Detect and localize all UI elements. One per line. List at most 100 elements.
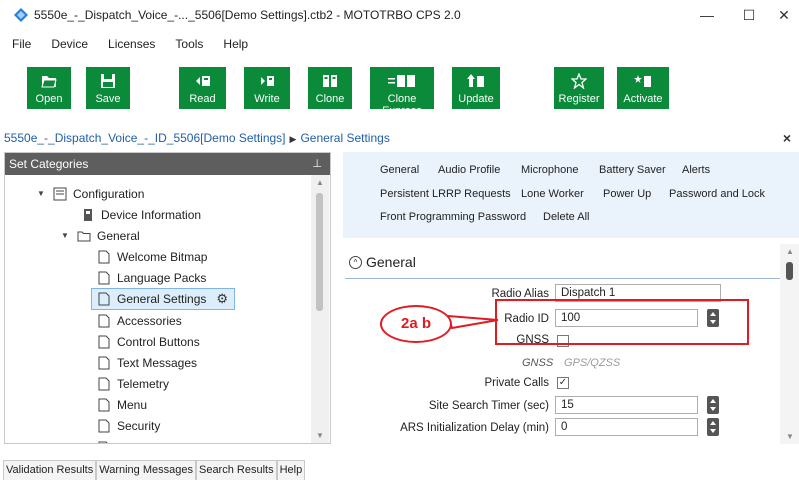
- page-icon: [98, 377, 110, 390]
- tab-power-up[interactable]: Power Up: [603, 188, 651, 200]
- tree-item-general-settings[interactable]: General Settings ⚙: [91, 288, 236, 310]
- tree-item-label: General: [97, 228, 140, 243]
- pin-icon[interactable]: ⊥: [312, 153, 322, 175]
- clone-express-button-label: Clone Express: [382, 93, 422, 117]
- settings-scrollbar[interactable]: ▲ ▼: [780, 244, 799, 444]
- tree-item-label: Device Information: [101, 207, 202, 222]
- page-icon: [98, 441, 109, 443]
- scroll-down-arrow-icon[interactable]: ▼: [784, 432, 796, 441]
- scroll-thumb[interactable]: [316, 193, 323, 311]
- tree-item-menu[interactable]: Menu: [97, 394, 147, 415]
- activate-button-label: Activate: [623, 93, 663, 105]
- breadcrumb: 5550e_-_Dispatch_Voice_-_ID_5506[Demo Se…: [4, 131, 390, 145]
- private-calls-checkbox[interactable]: ✓: [557, 377, 569, 389]
- tree-item-partial: [97, 437, 117, 443]
- tree-item-label: Security: [117, 418, 161, 433]
- menu-device[interactable]: Device: [39, 34, 96, 54]
- close-window-button[interactable]: ✕: [771, 4, 797, 26]
- section-title: General: [366, 254, 416, 270]
- page-icon: [98, 250, 110, 263]
- write-button-label: Write: [254, 93, 280, 105]
- app-logo-icon: [14, 8, 28, 22]
- scroll-up-arrow-icon[interactable]: ▲: [314, 178, 326, 187]
- expand-arrow-icon[interactable]: ▼: [59, 231, 71, 240]
- site-search-timer-label: Site Search Timer (sec): [428, 400, 549, 412]
- expand-arrow-icon[interactable]: ▼: [35, 189, 47, 198]
- update-button[interactable]: Update: [452, 67, 500, 109]
- save-button[interactable]: Save: [86, 67, 130, 109]
- scroll-up-arrow-icon[interactable]: ▲: [784, 247, 796, 256]
- activate-button[interactable]: Activate: [617, 67, 669, 109]
- tab-warning-messages[interactable]: Warning Messages: [96, 461, 196, 480]
- tab-alerts[interactable]: Alerts: [682, 164, 710, 176]
- tab-validation-results[interactable]: Validation Results: [3, 461, 97, 480]
- clone-button[interactable]: Clone: [308, 67, 352, 109]
- panel-header: Set Categories ⊥: [5, 153, 330, 175]
- ars-delay-input[interactable]: 0: [555, 418, 698, 436]
- tree-item-language-packs[interactable]: Language Packs: [97, 267, 206, 288]
- menu-tools[interactable]: Tools: [163, 34, 211, 54]
- read-button[interactable]: Read: [179, 67, 226, 109]
- tree-item-label: Configuration: [73, 186, 145, 201]
- tab-persistent-lrrp[interactable]: Persistent LRRP Requests: [380, 188, 511, 200]
- set-categories-panel: Set Categories ⊥ ▼ Configuration Device …: [4, 152, 331, 444]
- site-search-timer-stepper[interactable]: [707, 396, 719, 414]
- section-header[interactable]: ^ General: [349, 254, 416, 270]
- maximize-button[interactable]: ☐: [736, 4, 762, 26]
- tab-search-results[interactable]: Search Results: [195, 461, 277, 480]
- configuration-icon: [53, 187, 67, 200]
- menu-help[interactable]: Help: [211, 34, 256, 54]
- scroll-thumb[interactable]: [786, 262, 793, 280]
- tree-item-label: Telemetry: [117, 376, 170, 391]
- clone-express-button[interactable]: Clone Express: [370, 67, 434, 117]
- activate-icon: [634, 75, 651, 87]
- tab-password-and-lock[interactable]: Password and Lock: [669, 188, 765, 200]
- breadcrumb-section[interactable]: General Settings: [300, 131, 389, 145]
- scroll-down-arrow-icon[interactable]: ▼: [314, 431, 326, 440]
- tab-battery-saver[interactable]: Battery Saver: [599, 164, 666, 176]
- site-search-timer-input[interactable]: 15: [555, 396, 698, 414]
- tree-item-telemetry[interactable]: Telemetry: [97, 373, 169, 394]
- tree-item-label: Control Buttons: [117, 334, 200, 349]
- register-button[interactable]: Register: [554, 67, 604, 109]
- tree-item-label: Text Messages: [117, 355, 198, 370]
- tab-general[interactable]: General: [380, 164, 419, 176]
- tree-item-text-messages[interactable]: Text Messages: [97, 352, 197, 373]
- tree-item-general[interactable]: ▼ General: [59, 225, 140, 246]
- tab-delete-all[interactable]: Delete All: [543, 211, 589, 223]
- tab-front-programming-password[interactable]: Front Programming Password: [380, 211, 526, 223]
- ars-delay-stepper[interactable]: [707, 418, 719, 436]
- tab-microphone[interactable]: Microphone: [521, 164, 578, 176]
- section-divider: [345, 278, 780, 279]
- open-button[interactable]: Open: [27, 67, 71, 109]
- tree-item-configuration[interactable]: ▼ Configuration: [35, 183, 144, 204]
- gear-icon[interactable]: ⚙: [216, 291, 228, 307]
- collapse-chevron-icon[interactable]: ^: [349, 255, 362, 269]
- tree-item-accessories[interactable]: Accessories: [97, 310, 182, 331]
- page-icon: [98, 335, 110, 348]
- menu-file[interactable]: File: [0, 34, 39, 54]
- gnss-type-label: GNSS: [522, 357, 554, 369]
- title-bar: 5550e_-_Dispatch_Voice_-..._5506[Demo Se…: [0, 0, 799, 30]
- tab-help[interactable]: Help: [276, 461, 306, 480]
- window-title: 5550e_-_Dispatch_Voice_-..._5506[Demo Se…: [34, 8, 461, 22]
- tab-audio-profile[interactable]: Audio Profile: [438, 164, 500, 176]
- tree-item-control-buttons[interactable]: Control Buttons: [97, 331, 200, 352]
- tab-lone-worker[interactable]: Lone Worker: [521, 188, 584, 200]
- gnss-type-value: GPS/QZSS: [564, 357, 621, 369]
- minimize-button[interactable]: —: [694, 4, 720, 26]
- menu-bar: File Device Licenses Tools Help: [0, 34, 256, 54]
- tab-strip: General Audio Profile Microphone Battery…: [343, 152, 799, 238]
- tree-item-welcome-bitmap[interactable]: Welcome Bitmap: [97, 246, 207, 267]
- write-button[interactable]: Write: [244, 67, 290, 109]
- breadcrumb-file[interactable]: 5550e_-_Dispatch_Voice_-_ID_5506[Demo Se…: [4, 131, 286, 145]
- menu-licenses[interactable]: Licenses: [96, 34, 163, 54]
- open-button-label: Open: [35, 93, 63, 105]
- tree-item-device-information[interactable]: Device Information: [81, 204, 201, 225]
- tree-scrollbar[interactable]: ▲ ▼: [311, 175, 329, 443]
- tree-item-security[interactable]: Security: [97, 415, 160, 436]
- breadcrumb-arrow-icon: ▶: [289, 134, 297, 144]
- page-icon: [98, 356, 110, 369]
- register-button-label: Register: [558, 93, 600, 105]
- close-tab-button[interactable]: ×: [783, 130, 791, 146]
